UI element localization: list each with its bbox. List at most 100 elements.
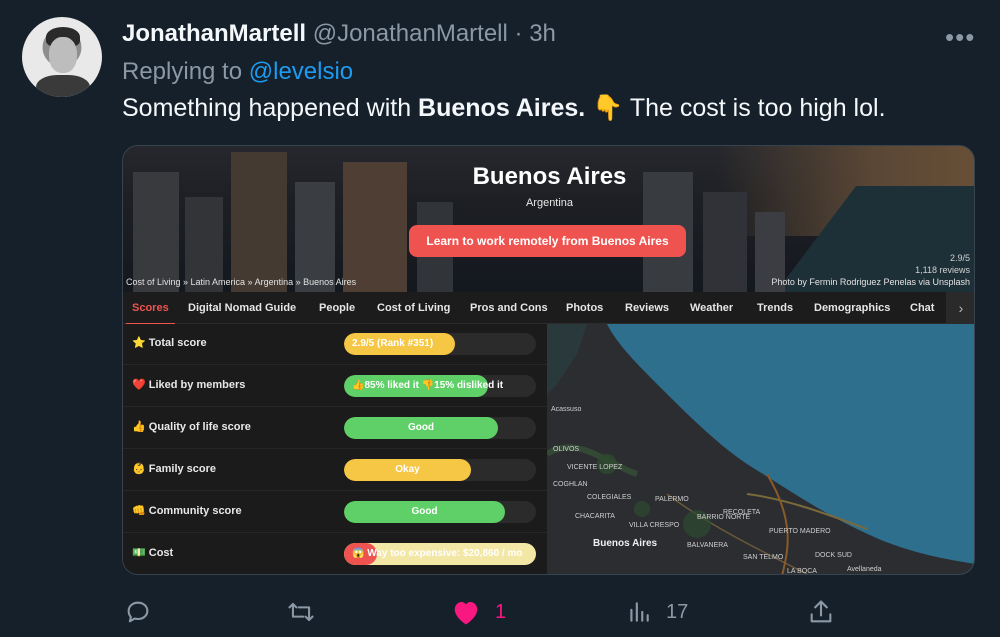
replying-to: Replying to @levelsio	[122, 58, 353, 86]
tweet-text-bold: Buenos Aires.	[418, 94, 586, 122]
map-label: COLEGIALES	[587, 494, 632, 501]
tab-chat[interactable]: Chat	[910, 292, 934, 324]
tab-scores[interactable]: Scores	[126, 292, 175, 325]
views-count: 17	[666, 600, 689, 623]
pointing-down-emoji: 👇	[592, 94, 624, 122]
review-count: 1,118 reviews	[915, 265, 970, 275]
avatar-shirt	[36, 75, 90, 97]
photo-credit[interactable]: Photo by Fermin Rodriguez Penelas via Un…	[771, 277, 970, 287]
score-bar-text: Good	[407, 422, 435, 433]
score-row[interactable]: ⭐ Total score 2.9/5 (Rank #351)	[123, 324, 547, 365]
map-label: SAN TELMO	[743, 554, 784, 561]
score-label: 👶 Family score	[132, 462, 216, 475]
score-label-text: Liked by members	[148, 379, 246, 391]
avatar-face	[49, 37, 77, 73]
score-bar: 😱 Way too expensive: $20,860 / mo	[344, 543, 536, 565]
score-label-text: Quality of life score	[148, 421, 251, 433]
map-label: Avellaneda	[847, 566, 882, 573]
fist-icon: 👊	[132, 505, 146, 517]
tweet-text-after: The cost is too high lol.	[623, 94, 886, 122]
user-handle[interactable]: @JonathanMartell	[313, 20, 508, 47]
retweet-button[interactable]	[286, 596, 316, 628]
share-button[interactable]	[806, 596, 836, 628]
money-icon: 💵	[132, 547, 146, 559]
score-bar-text: 2.9/5 (Rank #351)	[352, 338, 434, 349]
thumbs-up-icon: 👍	[132, 421, 146, 433]
map-label: VILLA CRESPO	[629, 522, 680, 529]
like-button[interactable]: 1	[451, 596, 506, 628]
rating-value: 2.9/5	[949, 253, 970, 263]
map-label: CHACARITA	[575, 513, 615, 520]
heart-icon: ❤️	[132, 379, 146, 391]
views-icon	[630, 602, 649, 622]
score-bar: Okay	[344, 459, 536, 481]
map-city-label: Buenos Aires	[593, 538, 658, 549]
city-title: Buenos Aires	[472, 163, 627, 190]
score-label: 👍 Quality of life score	[132, 420, 251, 433]
score-label: ⭐ Total score	[132, 336, 207, 349]
city-hero: Buenos Aires Argentina Learn to work rem…	[123, 146, 974, 292]
tweet-time[interactable]: 3h	[529, 20, 556, 47]
embedded-screenshot[interactable]: Buenos Aires Argentina Learn to work rem…	[122, 145, 975, 575]
views-button[interactable]: 17	[626, 596, 688, 628]
tweet-text: Something happened with Buenos Aires. 👇 …	[122, 94, 886, 123]
city-map[interactable]: Acassuso OLIVOS VICENTE LOPEZ COGHLAN CO…	[547, 324, 974, 575]
score-bar: 👍85% liked it 👎15% disliked it	[344, 375, 536, 397]
country-label: Argentina	[525, 197, 574, 209]
learn-remote-button[interactable]: Learn to work remotely from Buenos Aires	[409, 225, 686, 257]
star-icon: ⭐	[132, 337, 146, 349]
separator: ·	[514, 20, 523, 47]
score-bar-text: Okay	[395, 464, 420, 475]
avatar[interactable]	[22, 17, 102, 97]
score-row[interactable]: 👶 Family score Okay	[123, 450, 547, 491]
more-options-icon[interactable]: •••	[945, 22, 975, 53]
score-row[interactable]: 💵 Cost 😱 Way too expensive: $20,860 / mo	[123, 534, 547, 574]
tweet-header: JonathanMartell @JonathanMartell · 3h	[122, 20, 556, 48]
score-label: 💵 Cost	[132, 546, 173, 559]
tab-bar: Scores Digital Nomad Guide People Cost o…	[123, 292, 974, 325]
score-row[interactable]: ❤️ Liked by members 👍85% liked it 👎15% d…	[123, 366, 547, 407]
reply-icon	[127, 601, 149, 623]
reply-button[interactable]	[124, 596, 152, 628]
score-label-text: Total score	[148, 337, 207, 349]
tab-trends[interactable]: Trends	[757, 292, 793, 324]
baby-icon: 👶	[132, 463, 146, 475]
score-row[interactable]: 👍 Quality of life score Good	[123, 408, 547, 449]
tab-digital-nomad-guide[interactable]: Digital Nomad Guide	[188, 292, 296, 324]
map-label: PALERMO	[655, 496, 689, 503]
rating-summary: 2.9/5 1,118 reviews	[915, 252, 970, 276]
map-label: PUERTO MADERO	[769, 528, 831, 535]
map-label: BARRIO NORTE	[697, 514, 751, 521]
map-label: DOCK SUD	[815, 552, 852, 559]
tab-people[interactable]: People	[319, 292, 355, 324]
replying-prefix: Replying to	[122, 58, 243, 85]
map-label: VICENTE LOPEZ	[567, 464, 623, 471]
tab-pros-and-cons[interactable]: Pros and Cons	[470, 292, 548, 324]
retweet-icon	[288, 602, 314, 622]
replying-handle[interactable]: @levelsio	[249, 58, 353, 85]
score-label-text: Community score	[148, 505, 242, 517]
score-label: ❤️ Liked by members	[132, 378, 245, 391]
tab-reviews[interactable]: Reviews	[625, 292, 669, 324]
scores-panel: ⭐ Total score 2.9/5 (Rank #351) ❤️ Liked…	[123, 324, 547, 574]
display-name[interactable]: JonathanMartell	[122, 20, 306, 47]
tab-demographics[interactable]: Demographics	[814, 292, 890, 324]
tab-scroll-right-icon[interactable]: ›	[946, 292, 974, 324]
tab-weather[interactable]: Weather	[690, 292, 733, 324]
like-count: 1	[495, 600, 507, 623]
score-row[interactable]: 👊 Community score Good	[123, 492, 547, 533]
breadcrumb[interactable]: Cost of Living » Latin America » Argenti…	[126, 277, 356, 287]
score-bar: Good	[344, 501, 536, 523]
share-icon	[810, 600, 832, 623]
score-bar: 2.9/5 (Rank #351)	[344, 333, 536, 355]
map-label: LA BOCA	[787, 568, 817, 575]
map-label: COGHLAN	[553, 481, 588, 488]
score-label: 👊 Community score	[132, 504, 242, 517]
tweet-text-before: Something happened with	[122, 94, 419, 122]
score-bar-text: 😱 Way too expensive: $20,860 / mo	[352, 548, 523, 559]
map-label: Acassuso	[551, 406, 582, 413]
score-bar-text: Good	[411, 506, 438, 517]
map-label: OLIVOS	[553, 446, 580, 453]
tab-cost-of-living[interactable]: Cost of Living	[377, 292, 450, 324]
tab-photos[interactable]: Photos	[566, 292, 603, 324]
